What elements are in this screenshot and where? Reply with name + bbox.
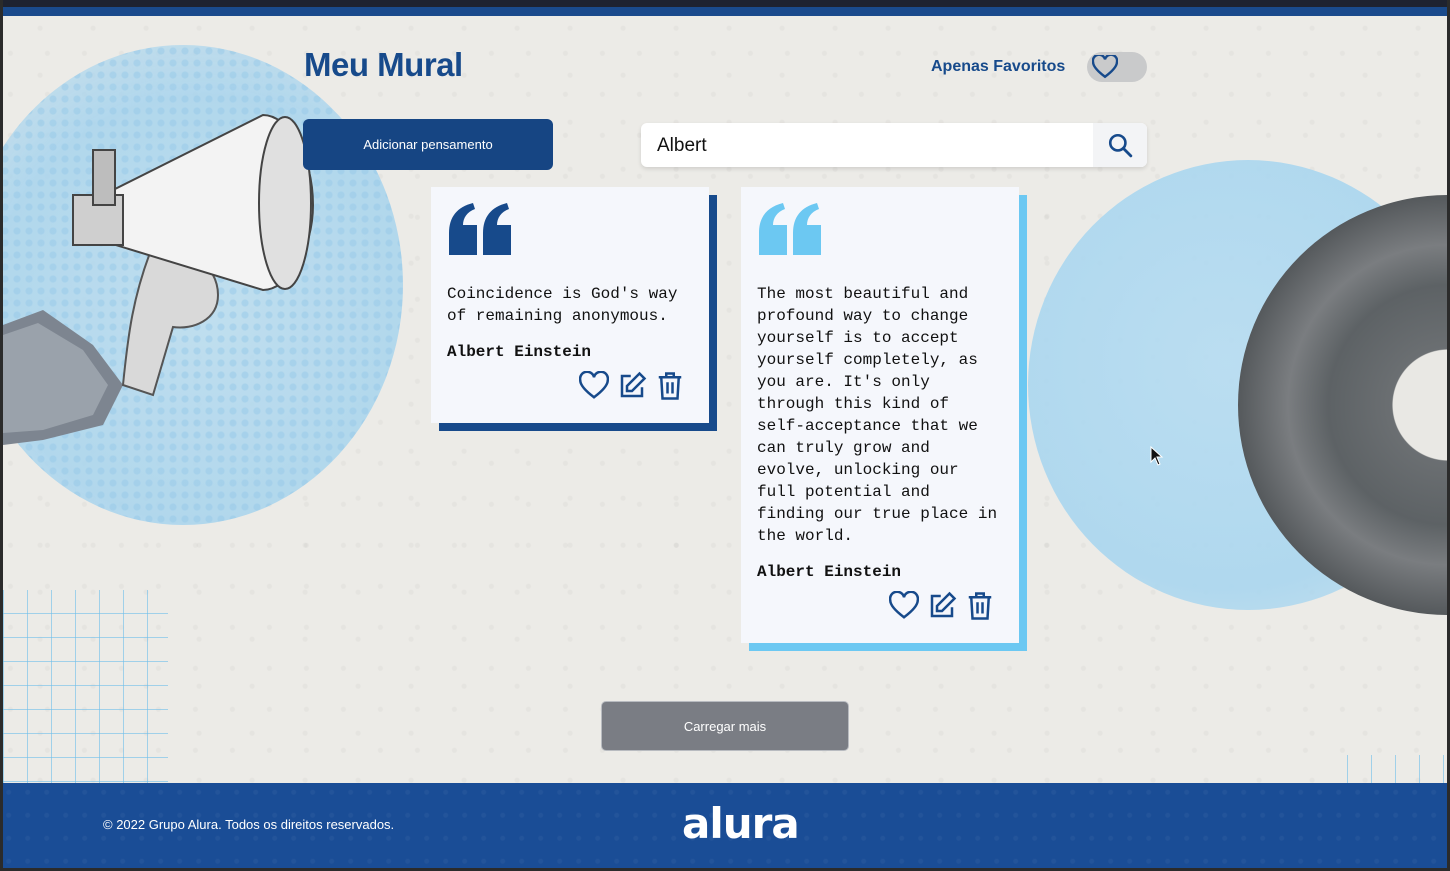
trash-icon xyxy=(968,592,992,620)
favorite-button[interactable] xyxy=(888,590,920,621)
thought-card: Coincidence is God's way of remaining an… xyxy=(431,187,709,423)
footer-copyright: © 2022 Grupo Alura. Todos os direitos re… xyxy=(103,817,395,832)
alura-logo: alura xyxy=(682,799,800,848)
edit-icon xyxy=(620,371,647,398)
heart-icon xyxy=(1092,55,1118,79)
thought-author: Albert Einstein xyxy=(757,563,902,581)
thought-text: Coincidence is God's way of remaining an… xyxy=(447,285,678,325)
load-more-button[interactable]: Carregar mais xyxy=(601,701,849,751)
megaphone-illustration xyxy=(3,113,315,445)
decorative-grid-left xyxy=(3,590,168,785)
card-actions xyxy=(578,370,685,401)
edit-icon xyxy=(930,591,957,618)
delete-button[interactable] xyxy=(965,591,995,621)
mouse-cursor-icon xyxy=(1150,446,1164,466)
favorites-toggle[interactable] xyxy=(1087,52,1147,82)
heart-icon xyxy=(578,370,610,399)
edit-button[interactable] xyxy=(927,591,957,621)
thought-text: The most beautiful and profound way to c… xyxy=(757,285,998,545)
search-icon xyxy=(1108,133,1133,158)
thought-card: The most beautiful and profound way to c… xyxy=(741,187,1019,643)
quote-icon xyxy=(449,203,511,255)
heart-icon xyxy=(888,590,920,619)
edit-button[interactable] xyxy=(617,371,647,401)
search-input[interactable] xyxy=(655,131,1079,161)
add-thought-button[interactable]: Adicionar pensamento xyxy=(303,119,553,170)
search-bar xyxy=(641,123,1147,167)
favorites-filter-label: Apenas Favoritos xyxy=(931,58,1066,75)
decorative-grid-right xyxy=(1347,755,1447,785)
page-title: Meu Mural xyxy=(304,46,463,83)
trash-icon xyxy=(658,372,682,400)
top-bar xyxy=(3,0,1447,16)
favorite-button[interactable] xyxy=(578,370,610,401)
app-frame: Meu Mural Apenas Favoritos Adicionar pen… xyxy=(3,0,1447,868)
search-button[interactable] xyxy=(1093,123,1147,167)
quote-icon xyxy=(759,203,821,255)
thought-author: Albert Einstein xyxy=(447,343,592,361)
card-actions xyxy=(888,590,995,621)
footer: © 2022 Grupo Alura. Todos os direitos re… xyxy=(3,783,1447,868)
delete-button[interactable] xyxy=(655,371,685,401)
